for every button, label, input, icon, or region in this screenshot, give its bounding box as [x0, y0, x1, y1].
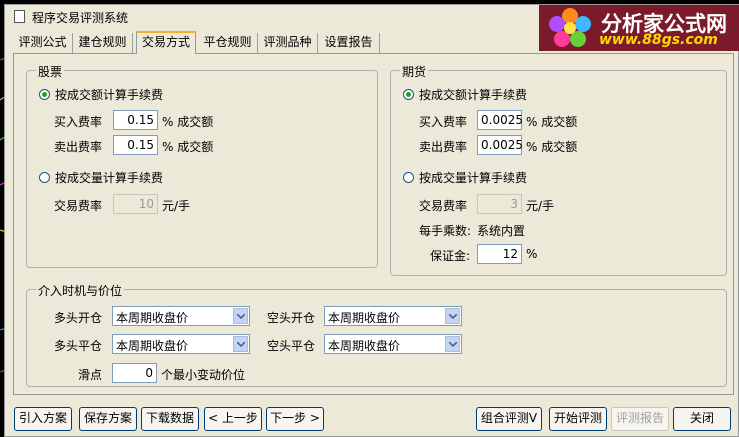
- trade-mode-page: 股票 按成交额计算手续费 买入费率 0.15 % 成交额 卖出费率 0.15 %…: [13, 53, 734, 395]
- dialog-window: 程序交易评测系统 分析家公式网 www.88gs.com 评测公式 建仓规则 交…: [4, 4, 739, 437]
- select-value: 本周期收盘价: [328, 339, 401, 353]
- futures-sell-unit: % 成交额: [526, 140, 578, 154]
- tab-evaluation-instruments[interactable]: 评测品种: [258, 33, 318, 53]
- futures-by-amount-radio[interactable]: 按成交额计算手续费: [403, 86, 527, 103]
- futures-sell-label: 卖出费率: [419, 140, 468, 154]
- tab-evaluation-formula[interactable]: 评测公式: [13, 33, 73, 53]
- stocks-buy-label: 买入费率: [54, 115, 103, 129]
- long-close-select[interactable]: 本周期收盘价: [112, 334, 250, 354]
- futures-trade-fee-input[interactable]: 3: [477, 194, 522, 214]
- radio-unselected-icon: [403, 172, 414, 183]
- stocks-sell-unit: % 成交额: [162, 140, 214, 154]
- futures-multiplier-value: 系统内置: [477, 224, 526, 238]
- futures-buy-rate-input[interactable]: 0.0025: [477, 110, 523, 130]
- slippage-unit: 个最小变动价位: [161, 368, 246, 382]
- stocks-sell-label: 卖出费率: [54, 140, 103, 154]
- chevron-down-icon[interactable]: [233, 336, 248, 352]
- select-value: 本周期收盘价: [116, 311, 189, 325]
- long-open-label: 多头开仓: [54, 311, 103, 325]
- futures-margin-input[interactable]: 12: [477, 244, 522, 264]
- close-button[interactable]: 关闭: [673, 407, 731, 431]
- flower-logo-icon: [549, 8, 591, 47]
- futures-group: 期货 按成交额计算手续费 买入费率 0.0025 % 成交额 卖出费率 0.00…: [390, 63, 727, 276]
- radio-label: 按成交量计算手续费: [419, 171, 528, 185]
- tab-open-rules[interactable]: 建仓规则: [73, 33, 133, 53]
- import-scheme-button[interactable]: 引入方案: [14, 407, 72, 431]
- futures-margin-label: 保证金:: [430, 249, 471, 263]
- stocks-group: 股票 按成交额计算手续费 买入费率 0.15 % 成交额 卖出费率 0.15 %…: [26, 63, 378, 268]
- tab-close-rules[interactable]: 平仓规则: [198, 33, 258, 53]
- app-icon: [14, 10, 25, 23]
- previous-step-button[interactable]: < 上一步: [204, 407, 262, 431]
- stocks-trade-fee-input[interactable]: 10: [113, 194, 158, 214]
- save-scheme-button[interactable]: 保存方案: [79, 407, 137, 431]
- radio-unselected-icon: [39, 172, 50, 183]
- futures-trade-fee-label: 交易费率: [419, 199, 468, 213]
- radio-label: 按成交量计算手续费: [55, 171, 164, 185]
- futures-by-volume-radio[interactable]: 按成交量计算手续费: [403, 169, 527, 186]
- stocks-buy-rate-input[interactable]: 0.15: [113, 110, 158, 130]
- slippage-input[interactable]: 0: [112, 363, 157, 383]
- chevron-down-icon[interactable]: [445, 308, 460, 324]
- stocks-legend: 股票: [36, 63, 65, 80]
- futures-buy-unit: % 成交额: [526, 115, 578, 129]
- slippage-label: 滑点: [78, 368, 103, 382]
- short-close-select[interactable]: 本周期收盘价: [324, 334, 462, 354]
- futures-multiplier-label: 每手乘数:: [419, 224, 472, 238]
- select-value: 本周期收盘价: [116, 339, 189, 353]
- download-data-button[interactable]: 下载数据: [141, 407, 199, 431]
- short-open-label: 空头开仓: [267, 311, 316, 325]
- start-evaluation-button[interactable]: 开始评测: [549, 407, 607, 431]
- stocks-by-volume-radio[interactable]: 按成交量计算手续费: [39, 169, 163, 186]
- site-logo: 分析家公式网 www.88gs.com: [539, 5, 739, 51]
- chevron-down-icon[interactable]: [445, 336, 460, 352]
- short-open-select[interactable]: 本周期收盘价: [324, 306, 462, 326]
- short-close-label: 空头平仓: [267, 339, 316, 353]
- futures-trade-fee-unit: 元/手: [526, 199, 555, 213]
- stocks-sell-rate-input[interactable]: 0.15: [113, 135, 158, 155]
- window-title: 程序交易评测系统: [32, 11, 129, 25]
- futures-sell-rate-input[interactable]: 0.0025: [477, 135, 523, 155]
- radio-label: 按成交额计算手续费: [55, 88, 164, 102]
- next-step-button[interactable]: 下一步 >: [266, 407, 324, 431]
- radio-selected-icon: [39, 89, 50, 100]
- futures-legend: 期货: [400, 63, 429, 80]
- combo-evaluation-button[interactable]: 组合评测V: [476, 407, 542, 431]
- chevron-down-icon[interactable]: [233, 308, 248, 324]
- stocks-trade-fee-label: 交易费率: [54, 199, 103, 213]
- futures-buy-label: 买入费率: [419, 115, 468, 129]
- tab-trade-mode[interactable]: 交易方式: [136, 31, 196, 54]
- stocks-trade-fee-unit: 元/手: [162, 199, 191, 213]
- stocks-buy-unit: % 成交额: [162, 115, 214, 129]
- radio-label: 按成交额计算手续费: [419, 88, 528, 102]
- tab-report-settings[interactable]: 设置报告: [318, 33, 380, 53]
- radio-selected-icon: [403, 89, 414, 100]
- select-value: 本周期收盘价: [328, 311, 401, 325]
- evaluation-report-button[interactable]: 评测报告: [611, 407, 669, 431]
- timing-legend: 介入时机与价位: [36, 282, 125, 299]
- logo-url: www.88gs.com: [599, 32, 718, 48]
- futures-margin-unit: %: [526, 247, 538, 261]
- timing-group: 介入时机与价位 多头开仓 本周期收盘价 空头开仓 本周期收盘价 多头平仓 本周期…: [26, 282, 727, 387]
- long-close-label: 多头平仓: [54, 339, 103, 353]
- long-open-select[interactable]: 本周期收盘价: [112, 306, 250, 326]
- stocks-by-amount-radio[interactable]: 按成交额计算手续费: [39, 86, 163, 103]
